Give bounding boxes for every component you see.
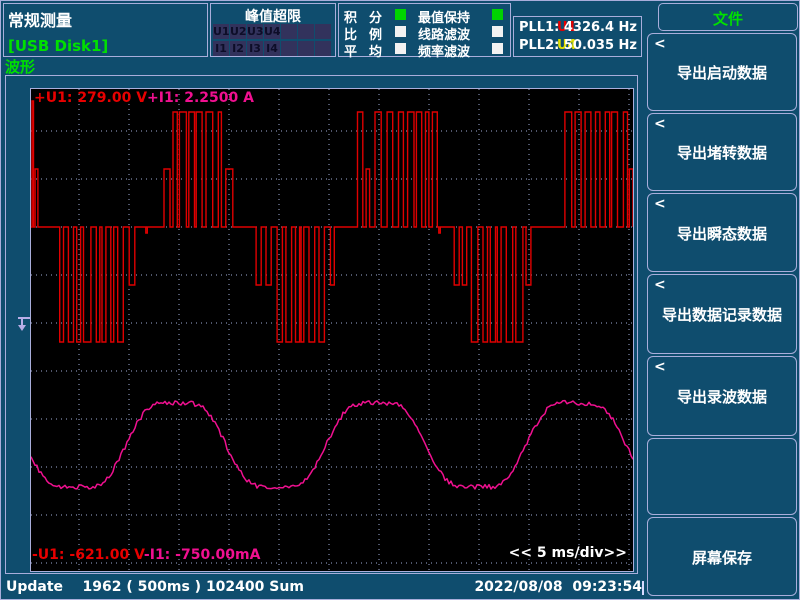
export-data-record-button[interactable]: < 导出数据记录数据 (647, 274, 797, 354)
export-wave-record-button[interactable]: < 导出录波数据 (647, 356, 797, 436)
peak-cell-empty (298, 24, 314, 39)
empty-softkey-slot (647, 438, 797, 515)
waveform-svg (31, 89, 633, 571)
average-char1: 平 (344, 41, 357, 60)
softkey-arrow-icon: < (654, 359, 666, 375)
pll2-label: PLL2: (519, 38, 559, 53)
line-filter-indicator (492, 26, 503, 37)
average-indicator (395, 43, 406, 54)
peak-cell-i4: I4 (264, 41, 280, 56)
peak-cell-i2: I2 (230, 41, 246, 56)
peak-over-limit-panel: 峰值超限 U1 U2 U3 U4 I1 I2 I3 I4 (210, 3, 336, 57)
u1-min-value: -U1: -621.00 V (32, 547, 144, 563)
datetime: 2022/08/08 09:23:54 (474, 579, 642, 595)
analyzer-screen: 常规测量 [USB Disk1] 波形 峰值超限 U1 U2 U3 U4 I1 … (0, 0, 800, 600)
softkey-arrow-icon: < (654, 116, 666, 132)
measurement-mode-panel: 常规测量 [USB Disk1] (3, 3, 208, 57)
pll-panel: PLL1: U1 4326.4 Hz PLL2: U4 50.035 Hz (513, 16, 642, 57)
peak-cell-i3: I3 (247, 41, 263, 56)
peak-cell-u2: U2 (230, 24, 246, 39)
peak-cell-empty (298, 41, 314, 56)
screen-save-label: 屏幕保存 (648, 547, 796, 568)
peak-cell-u4: U4 (264, 24, 280, 39)
peak-cell-empty (315, 41, 331, 56)
pll1-label: PLL1: (519, 20, 559, 35)
sidebar-menu-title: 文件 (658, 3, 798, 31)
peak-cell-u3: U3 (247, 24, 263, 39)
peak-panel-title: 峰值超限 (211, 6, 335, 26)
measurement-mode-title: 常规测量 (8, 7, 72, 31)
usb-disk-status: [USB Disk1] (8, 37, 108, 55)
freq-filter-label: 频率滤波 (418, 41, 470, 60)
waveform-plot: +U1: 279.00 V+I1: 2.2500 A -U1: -621.00 … (30, 88, 634, 572)
peak-cell-i1: I1 (213, 41, 229, 56)
waveform-peak-readout: +U1: 279.00 V+I1: 2.2500 A (34, 90, 254, 106)
freq-filter-indicator (492, 43, 503, 54)
ratio-indicator (395, 26, 406, 37)
export-locked-rotor-data-button[interactable]: < 导出堵转数据 (647, 113, 797, 191)
softkey-arrow-icon: < (654, 36, 666, 52)
waveform-container: +U1: 279.00 V+I1: 2.2500 A -U1: -621.00 … (5, 75, 638, 574)
u1-peak-value: +U1: 279.00 V (34, 90, 147, 106)
i1-peak-value: +I1: 2.2500 A (147, 90, 254, 106)
integrate-indicator (395, 9, 406, 20)
mode-indicator-panel: 积 分 最值保持 比 例 线路滤波 平 均 频率滤波 (338, 3, 511, 57)
export-locked-rotor-data-label: 导出堵转数据 (648, 142, 796, 163)
i1-min-value: -I1: -750.00mA (144, 547, 261, 563)
peak-cell-empty (281, 24, 297, 39)
max-hold-indicator (492, 9, 503, 20)
pll1-frequency: 4326.4 Hz (564, 20, 637, 35)
export-startup-data-button[interactable]: < 导出启动数据 (647, 33, 797, 111)
timebase-readout: << 5 ms/div>> (509, 545, 627, 561)
peak-cell-empty (281, 41, 297, 56)
export-wave-record-label: 导出录波数据 (648, 386, 796, 407)
file-menu-label: 文件 (659, 8, 797, 29)
softkey-arrow-icon: < (654, 277, 666, 293)
page-title: 波形 (5, 56, 35, 77)
export-transient-data-button[interactable]: < 导出瞬态数据 (647, 193, 797, 272)
update-status: Update 1962 ( 500ms ) 102400 Sum (6, 579, 304, 595)
export-data-record-label: 导出数据记录数据 (648, 304, 796, 325)
average-char2: 均 (369, 41, 382, 60)
softkey-arrow-icon: < (654, 196, 666, 212)
export-transient-data-label: 导出瞬态数据 (648, 223, 796, 244)
peak-cell-empty (315, 24, 331, 39)
pll2-frequency: 50.035 Hz (564, 38, 637, 53)
waveform-min-readout: -U1: -621.00 V-I1: -750.00mA (32, 547, 260, 563)
export-startup-data-label: 导出启动数据 (648, 62, 796, 83)
text-cursor (642, 581, 644, 595)
screen-save-button[interactable]: 屏幕保存 (647, 517, 797, 596)
peak-cell-u1: U1 (213, 24, 229, 39)
channel-marker-icon (16, 315, 32, 333)
